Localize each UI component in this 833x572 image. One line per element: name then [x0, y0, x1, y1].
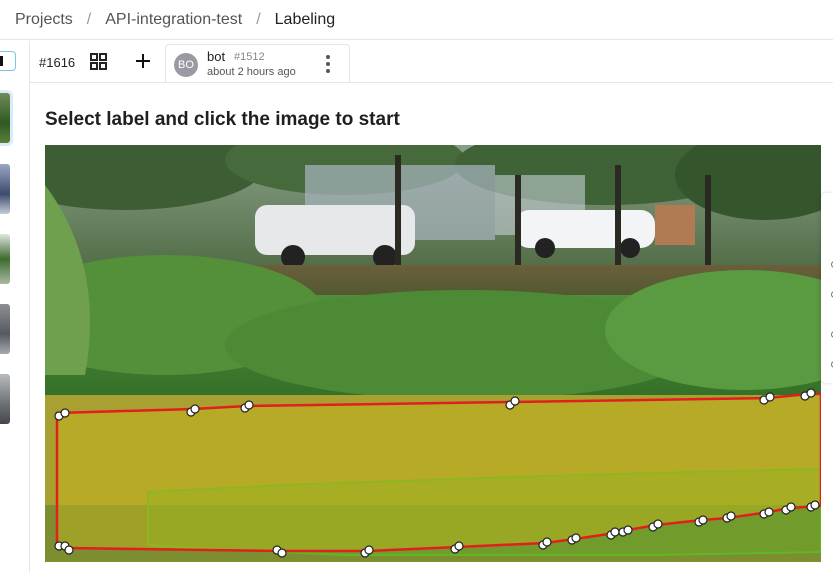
annotation-time: about 2 hours ago — [207, 66, 296, 78]
labeling-image-canvas[interactable] — [45, 145, 821, 562]
labeling-instruction: Select label and click the image to star… — [45, 109, 400, 130]
task-thumbnail-strip — [0, 41, 30, 572]
task-thumbnail[interactable] — [0, 234, 10, 284]
annotation-toolbar: #1616 BO bot #1512 about 2 hours ago — [30, 41, 833, 83]
sidebar-toggle-button[interactable] — [0, 51, 16, 71]
task-thumbnail[interactable] — [0, 164, 10, 214]
avatar: BO — [174, 53, 198, 77]
kebab-menu-icon[interactable] — [325, 55, 331, 75]
grid-icon[interactable] — [90, 53, 107, 70]
breadcrumb-projects[interactable]: Projects — [15, 11, 73, 29]
annotation-tab[interactable]: BO bot #1512 about 2 hours ago — [165, 44, 350, 82]
breadcrumb: Projects / API-integration-test / Labeli… — [0, 0, 833, 40]
task-thumbnail[interactable] — [0, 304, 10, 354]
annotation-user: bot — [207, 49, 226, 64]
side-panel-tab[interactable] — [821, 193, 833, 383]
task-id: #1616 — [39, 55, 76, 70]
breadcrumb-project[interactable]: API-integration-test — [105, 11, 242, 29]
annotation-id: #1512 — [234, 51, 265, 63]
task-thumbnail[interactable] — [0, 374, 10, 424]
breadcrumb-separator: / — [256, 10, 261, 28]
breadcrumb-current: Labeling — [274, 10, 336, 28]
plus-icon[interactable] — [134, 52, 152, 70]
breadcrumb-separator: / — [86, 10, 92, 28]
task-thumbnail[interactable] — [0, 93, 10, 143]
